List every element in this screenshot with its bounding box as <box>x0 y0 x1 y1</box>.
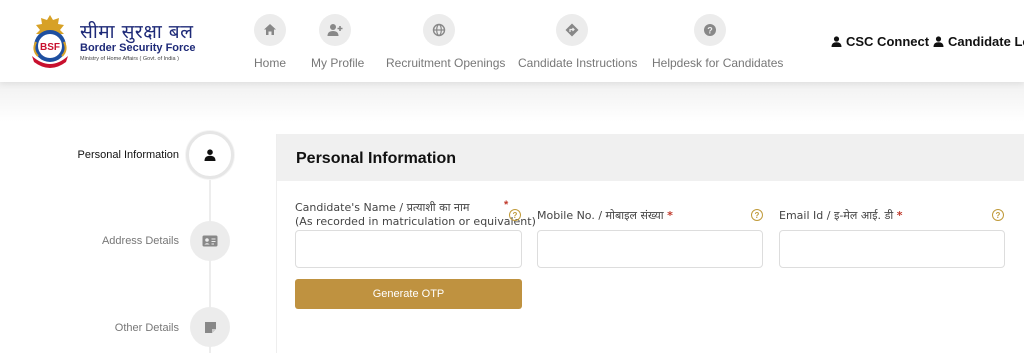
home-icon <box>254 14 286 46</box>
nav-helpdesk[interactable]: ? Helpdesk for Candidates <box>652 14 783 70</box>
help-icon: ? <box>694 14 726 46</box>
step-personal-information-label[interactable]: Personal Information <box>40 149 180 161</box>
step-other-details-label[interactable]: Other Details <box>40 322 179 334</box>
card-header: Personal Information <box>277 134 1024 181</box>
mobile-input[interactable] <box>537 230 763 268</box>
nav-my-profile[interactable]: My Profile <box>311 14 364 70</box>
directions-icon <box>556 14 588 46</box>
bsf-logo[interactable]: BSF सीमा सुरक्षा बल Border Security Forc… <box>26 12 201 70</box>
candidate-name-input[interactable] <box>295 230 522 268</box>
nav-helpdesk-label: Helpdesk for Candidates <box>652 56 784 70</box>
candidate-name-label-line2: (As recorded in matriculation or equival… <box>295 215 536 228</box>
step-other-details[interactable] <box>190 307 230 347</box>
nav-home-label: Home <box>254 56 287 70</box>
candidate-login-label: Candidate Log <box>948 34 1024 49</box>
email-help-icon[interactable]: ? <box>992 209 1004 221</box>
svg-text:?: ? <box>707 26 713 36</box>
bsf-emblem-icon: BSF <box>32 15 68 68</box>
candidate-name-required-mark: * <box>504 199 509 211</box>
note-icon <box>204 321 216 333</box>
email-label-text: Email Id / इ-मेल आई. डी <box>779 209 894 222</box>
mobile-required-mark: * <box>667 209 673 222</box>
logo-english-name: Border Security Force <box>80 42 196 54</box>
mobile-label-text: Mobile No. / मोबाइल संख्या <box>537 209 664 222</box>
user-icon <box>933 36 944 47</box>
user-icon <box>204 149 216 161</box>
csc-connect-link[interactable]: CSC Connect <box>831 34 929 49</box>
step-personal-information[interactable] <box>186 131 234 179</box>
candidate-name-help-icon[interactable]: ? <box>509 209 521 221</box>
step-address-details-label[interactable]: Address Details <box>40 235 179 247</box>
candidate-login-link[interactable]: Candidate Log <box>933 34 1024 49</box>
id-card-icon <box>202 235 218 247</box>
logo-ministry: Ministry of Home Affairs ( Govt. of Indi… <box>80 56 179 62</box>
email-input[interactable] <box>779 230 1005 268</box>
csc-connect-label: CSC Connect <box>846 34 930 49</box>
mobile-help-icon[interactable]: ? <box>751 209 763 221</box>
mobile-label: Mobile No. / मोबाइल संख्या * <box>537 209 673 223</box>
user-plus-icon <box>319 14 351 46</box>
site-header: BSF सीमा सुरक्षा बल Border Security Forc… <box>0 0 1024 82</box>
nav-recruitment-openings[interactable]: Recruitment Openings <box>386 14 505 70</box>
globe-icon <box>423 14 455 46</box>
email-label: Email Id / इ-मेल आई. डी * <box>779 209 902 223</box>
logo-hindi-name: सीमा सुरक्षा बल <box>80 21 194 43</box>
step-address-details[interactable] <box>190 221 230 261</box>
nav-instructions-label: Candidate Instructions <box>518 56 638 70</box>
candidate-name-label: Candidate's Name / प्रत्याशी का नाम (As … <box>295 201 536 229</box>
email-required-mark: * <box>896 209 903 222</box>
generate-otp-button[interactable]: Generate OTP <box>295 279 522 309</box>
nav-my-profile-label: My Profile <box>311 56 365 70</box>
nav-home[interactable]: Home <box>254 14 286 70</box>
logo-badge-text: BSF <box>40 42 60 53</box>
card-title: Personal Information <box>296 150 457 167</box>
candidate-name-label-line1: Candidate's Name / प्रत्याशी का नाम <box>295 201 470 214</box>
nav-candidate-instructions[interactable]: Candidate Instructions <box>518 14 637 70</box>
user-icon <box>831 36 842 47</box>
nav-recruitment-label: Recruitment Openings <box>386 56 506 70</box>
